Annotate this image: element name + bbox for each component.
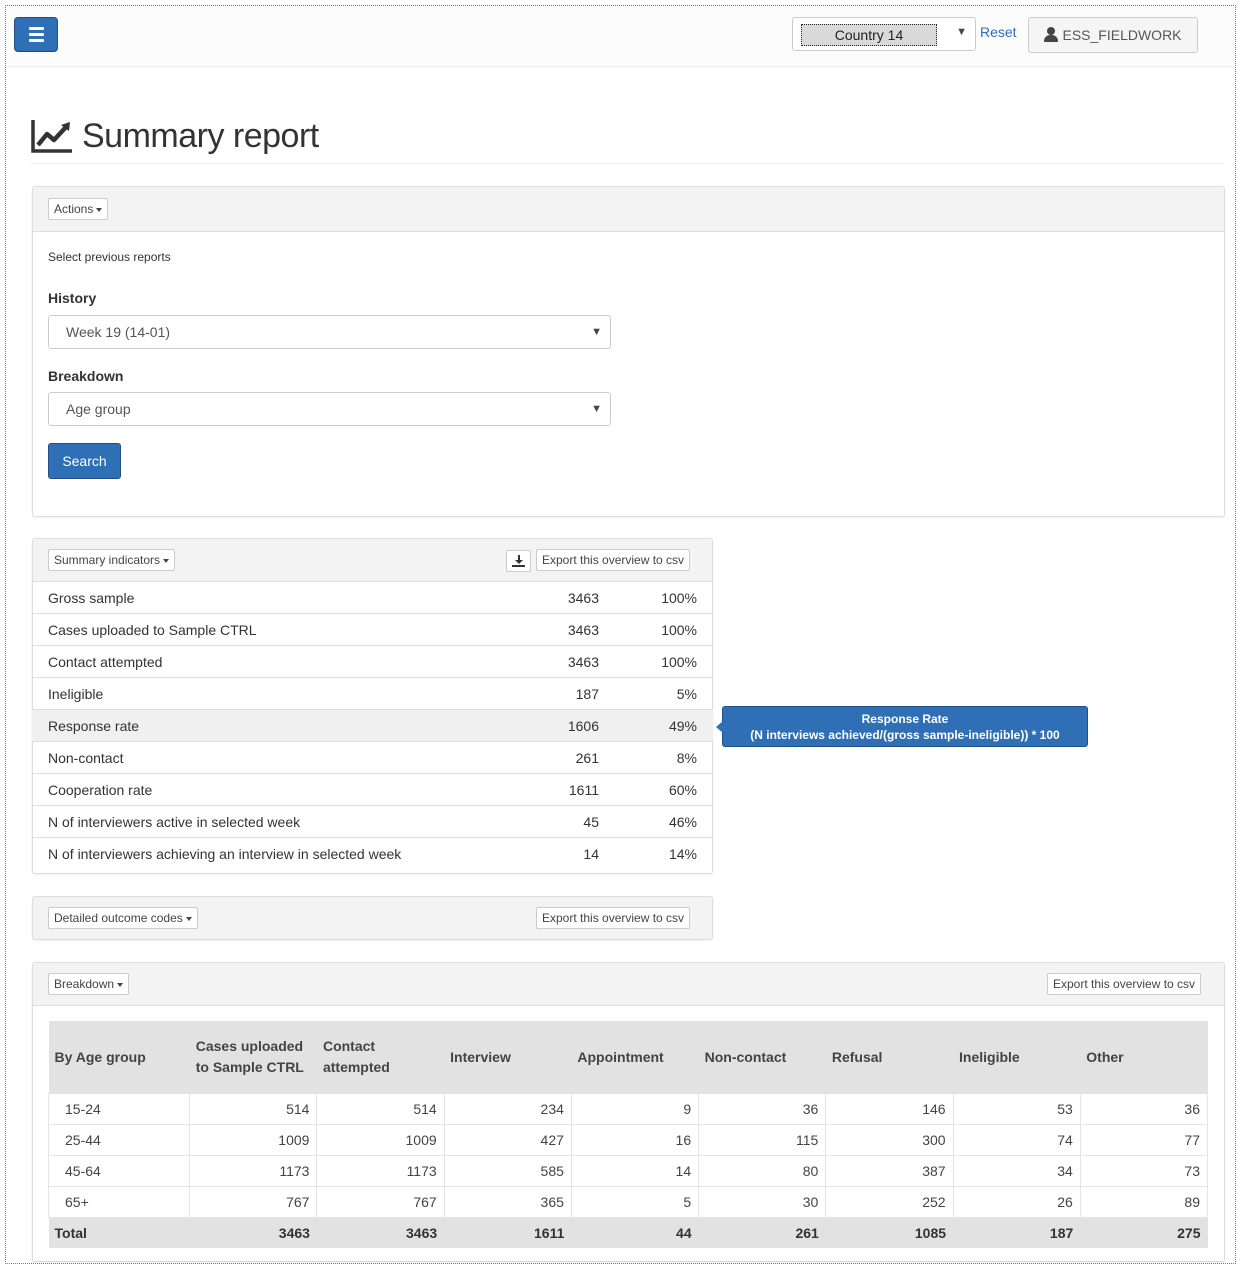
page-title-text: Summary report — [82, 116, 319, 155]
table-row: Non-contact 261 8% — [32, 741, 713, 774]
user-button[interactable]: ESS_FIELDWORK — [1028, 17, 1198, 53]
table-row: Cases uploaded to Sample CTRL 3463 100% — [32, 613, 713, 646]
table-total-row: Total 3463 3463 1611 44 261 1085 187 275 — [48, 1217, 1208, 1248]
menu-toggle-button[interactable] — [14, 17, 58, 52]
dropdown-arrow-icon: ▼ — [591, 403, 602, 415]
table-row: 15-24 514 514 234 9 36 146 53 36 — [47, 1093, 1209, 1125]
caret-down-icon — [185, 916, 192, 921]
user-icon — [1044, 27, 1059, 43]
table-row: 25-44 1009 1009 427 16 115 300 74 77 — [47, 1124, 1209, 1156]
panel-header — [33, 187, 1224, 232]
tooltip-formula: (N interviews achieved/(gross sample-ine… — [750, 728, 1060, 742]
actions-dropdown-button[interactable]: Actions — [48, 198, 109, 220]
export-breakdown-button[interactable]: Export this overview to csv — [1047, 973, 1202, 995]
breakdown-table: By Age group Cases uploaded to Sample CT… — [47, 1021, 1209, 1248]
country-select[interactable]: Country 14 ▼ — [792, 17, 976, 51]
export-summary-button[interactable]: Export this overview to csv — [536, 549, 691, 571]
table-row: Gross sample 3463 100% — [32, 581, 713, 614]
tooltip-title: Response Rate — [861, 712, 949, 726]
table-row: Ineligible 187 5% — [32, 677, 713, 710]
page-title: Summary report — [30, 113, 319, 159]
panel-header — [33, 963, 1224, 1006]
breakdown-select[interactable]: Age group ▼ — [48, 392, 611, 426]
export-outcome-button[interactable]: Export this overview to csv — [536, 907, 691, 929]
dropdown-arrow-icon: ▼ — [591, 326, 602, 338]
search-button[interactable]: Search — [48, 443, 121, 479]
caret-down-icon — [117, 982, 124, 987]
line-chart-icon — [31, 120, 72, 153]
summary-indicators-dropdown[interactable]: Summary indicators — [48, 549, 176, 571]
dropdown-arrow-icon: ▼ — [956, 26, 967, 38]
history-select[interactable]: Week 19 (14-01) ▼ — [48, 315, 611, 349]
table-row-response-rate[interactable]: Response rate 1606 49% — [32, 709, 713, 742]
select-previous-label: Select previous reports — [48, 250, 171, 264]
country-select-value: Country 14 — [801, 24, 937, 46]
response-rate-tooltip: Response Rate (N interviews achieved/(gr… — [716, 706, 1088, 747]
caret-down-icon — [96, 207, 103, 212]
table-row: N of interviewers achieving an interview… — [32, 837, 713, 869]
summary-table: Gross sample 3463 100% Cases uploaded to S… — [32, 581, 713, 869]
table-row: N of interviewers active in selected wee… — [32, 805, 713, 838]
caret-down-icon — [163, 558, 170, 563]
breakdown-dropdown[interactable]: Breakdown — [48, 973, 130, 995]
detailed-outcome-dropdown[interactable]: Detailed outcome codes — [48, 907, 198, 929]
table-header-row: By Age group Cases uploaded to Sample CT… — [48, 1021, 1208, 1094]
hamburger-icon — [28, 27, 44, 30]
report-select-panel — [32, 186, 1225, 517]
table-row: 65+ 767 767 365 5 30 252 26 89 — [47, 1186, 1209, 1218]
user-name: ESS_FIELDWORK — [1062, 27, 1182, 43]
history-label: History — [48, 290, 97, 306]
table-row: Cooperation rate 1611 60% — [32, 773, 713, 806]
download-icon[interactable] — [506, 550, 531, 572]
table-row: 45-64 1173 1173 585 14 80 387 34 73 — [47, 1155, 1209, 1187]
title-divider — [30, 163, 1225, 164]
reset-link[interactable]: Reset — [980, 24, 1017, 40]
table-row: Contact attempted 3463 100% — [32, 645, 713, 678]
breakdown-label: Breakdown — [48, 368, 124, 384]
